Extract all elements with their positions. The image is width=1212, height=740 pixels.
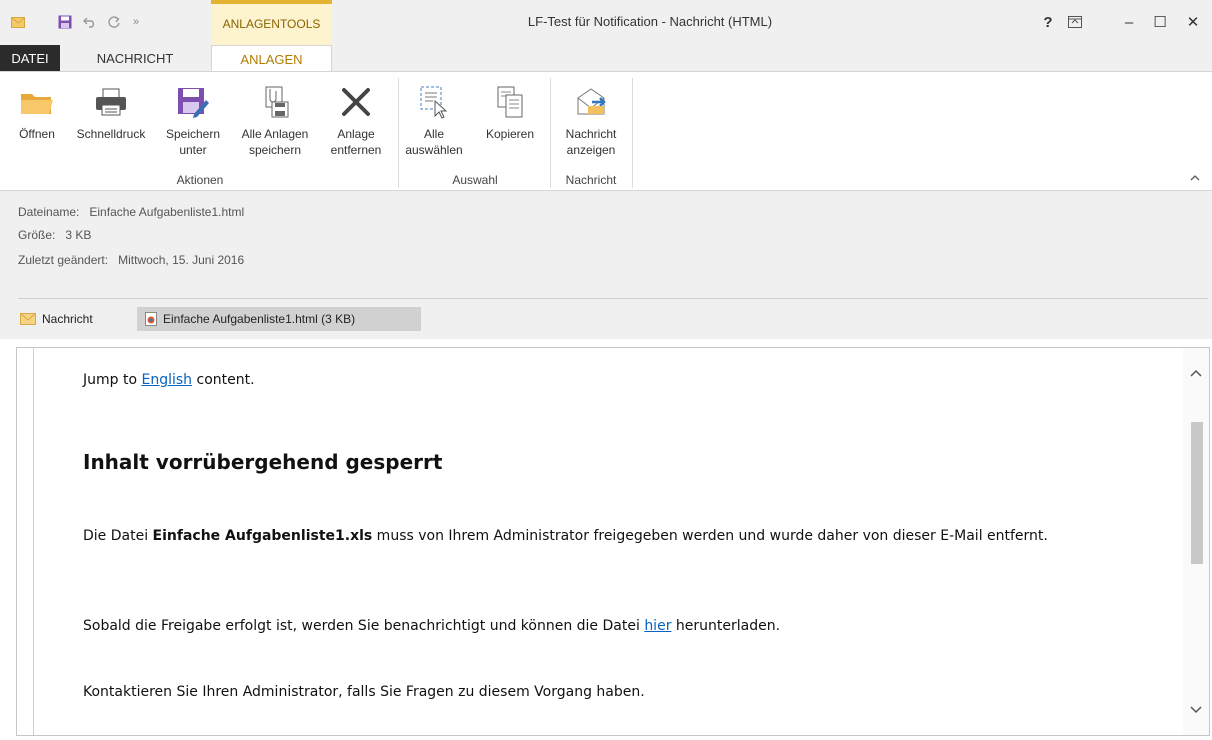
info-groesse: Größe: 3 KB	[18, 228, 92, 242]
ribbon-display-options-button[interactable]	[1063, 11, 1087, 33]
attachment-file-label: Einfache Aufgabenliste1.html (3 KB)	[163, 312, 356, 326]
kopieren-button[interactable]: Kopieren	[474, 78, 546, 173]
scroll-up-icon[interactable]	[1183, 360, 1209, 386]
more-icon[interactable]: »	[126, 12, 146, 32]
window-title: LF-Test für Notification - Nachricht (HT…	[527, 14, 773, 29]
jump-paragraph: Jump to English content.	[83, 372, 255, 388]
tab-datei[interactable]: DATEI	[0, 45, 60, 71]
close-button[interactable]: ✕	[1181, 11, 1205, 33]
group-separator	[398, 78, 399, 188]
content-heading: Inhalt vorrübergehend gesperrt	[83, 450, 443, 474]
tab-nachricht[interactable]: NACHRICHT	[60, 45, 210, 71]
vertical-scrollbar[interactable]	[1183, 348, 1209, 735]
minimize-button[interactable]: –	[1117, 11, 1141, 33]
save-as-icon	[158, 78, 228, 126]
save-all-attachments-icon	[230, 78, 320, 126]
group-label-nachricht: Nachricht	[565, 173, 617, 187]
message-body: Jump to English content. Inhalt vorrüber…	[16, 347, 1210, 736]
alle-anlagen-speichern-button[interactable]: Alle Anlagen speichern	[230, 78, 320, 173]
context-tab-header: ANLAGENTOOLS	[211, 0, 332, 45]
attachment-message-label: Nachricht	[42, 312, 93, 326]
select-all-icon	[402, 78, 466, 126]
release-paragraph: Sobald die Freigabe erfolgt ist, werden …	[83, 618, 781, 634]
group-separator	[632, 78, 633, 188]
attachment-file[interactable]: Einfache Aufgabenliste1.html (3 KB)	[137, 307, 421, 331]
download-here-link[interactable]: hier	[644, 618, 671, 634]
info-dateiname: Dateiname: Einfache Aufgabenliste1.html	[18, 205, 245, 219]
html-file-icon	[145, 312, 157, 326]
undo-icon[interactable]	[80, 12, 100, 32]
schnelldruck-button[interactable]: Schnelldruck	[66, 78, 156, 173]
attachment-message[interactable]: Nachricht	[20, 307, 93, 331]
ribbon-tabs: DATEI NACHRICHT ANLAGEN	[0, 45, 1212, 72]
nachricht-anzeigen-button[interactable]: Nachricht anzeigen	[554, 78, 628, 173]
maximize-button[interactable]: ☐	[1148, 11, 1172, 33]
group-label-auswahl: Auswahl	[452, 173, 498, 187]
contact-paragraph: Kontaktieren Sie Ihren Administrator, fa…	[83, 684, 645, 700]
anlage-entfernen-button[interactable]: Anlage entfernen	[320, 78, 392, 173]
envelope-icon	[20, 313, 36, 325]
group-label-aktionen: Aktionen	[176, 173, 224, 187]
scrollbar-thumb[interactable]	[1191, 422, 1203, 564]
alle-auswaehlen-button[interactable]: Alle auswählen	[402, 78, 466, 173]
envelope-icon[interactable]	[8, 12, 28, 32]
blocked-file-paragraph: Die Datei Einfache Aufgabenliste1.xls mu…	[83, 528, 1048, 544]
body-margin-line	[33, 348, 34, 735]
printer-icon	[66, 78, 156, 126]
copy-icon	[474, 78, 546, 126]
scroll-down-icon[interactable]	[1183, 697, 1209, 723]
save-icon[interactable]	[55, 12, 75, 32]
tab-anlagen[interactable]: ANLAGEN	[211, 45, 332, 72]
open-folder-icon	[8, 78, 66, 126]
title-bar: » ANLAGENTOOLS LF-Test für Notification …	[0, 0, 1212, 45]
collapse-ribbon-icon[interactable]	[1190, 170, 1200, 184]
redo-icon[interactable]	[104, 12, 124, 32]
attachment-info-pane: Dateiname: Einfache Aufgabenliste1.html …	[0, 191, 1212, 299]
context-tab-header-label: ANLAGENTOOLS	[222, 17, 321, 31]
speichern-unter-button[interactable]: Speichern unter	[158, 78, 228, 173]
group-separator	[550, 78, 551, 188]
oeffnen-button[interactable]: Öffnen	[8, 78, 66, 173]
ribbon: Öffnen Schnelldruck Speichern unter Alle…	[0, 71, 1212, 191]
remove-x-icon	[320, 78, 392, 126]
english-link[interactable]: English	[141, 372, 192, 388]
help-button[interactable]: ?	[1036, 11, 1060, 33]
info-zuletzt-geaendert: Zuletzt geändert: Mittwoch, 15. Juni 201…	[18, 253, 245, 267]
show-message-icon	[554, 78, 628, 126]
attachment-strip: Nachricht Einfache Aufgabenliste1.html (…	[0, 299, 1212, 339]
